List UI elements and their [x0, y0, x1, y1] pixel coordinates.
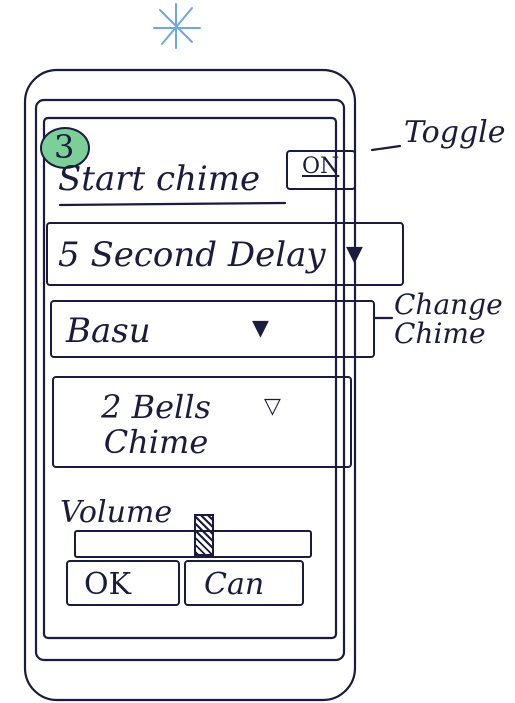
start-chime-toggle[interactable]: ON	[286, 150, 356, 190]
volume-slider-thumb[interactable]	[194, 514, 214, 556]
page-title: Start chime	[58, 159, 261, 199]
delay-select-value: 5 Second Delay	[58, 235, 326, 275]
change-chime-annotation: Change Chime	[394, 288, 503, 351]
delay-select[interactable]: 5 Second Delay ▼	[46, 222, 404, 286]
sound-select-value: Basu	[66, 311, 151, 351]
ok-button-label: OK	[84, 567, 132, 602]
cancel-button-label: Can	[204, 567, 265, 602]
toggle-value: ON	[302, 154, 340, 179]
chime-select-value: 2 Bells Chime	[101, 388, 211, 462]
volume-slider[interactable]	[74, 514, 312, 558]
triangle-down-icon: ▽	[264, 394, 281, 419]
triangle-down-icon: ▼	[252, 316, 269, 341]
triangle-down-icon: ▼	[346, 242, 363, 267]
chime-select[interactable]: 2 Bells Chime ▽	[52, 376, 352, 468]
toggle-annotation: Toggle	[404, 115, 506, 150]
cancel-button[interactable]: Can	[184, 560, 304, 606]
volume-label: Volume	[60, 495, 173, 530]
sound-select[interactable]: Basu ▼	[50, 300, 375, 358]
ok-button[interactable]: OK	[66, 560, 180, 606]
